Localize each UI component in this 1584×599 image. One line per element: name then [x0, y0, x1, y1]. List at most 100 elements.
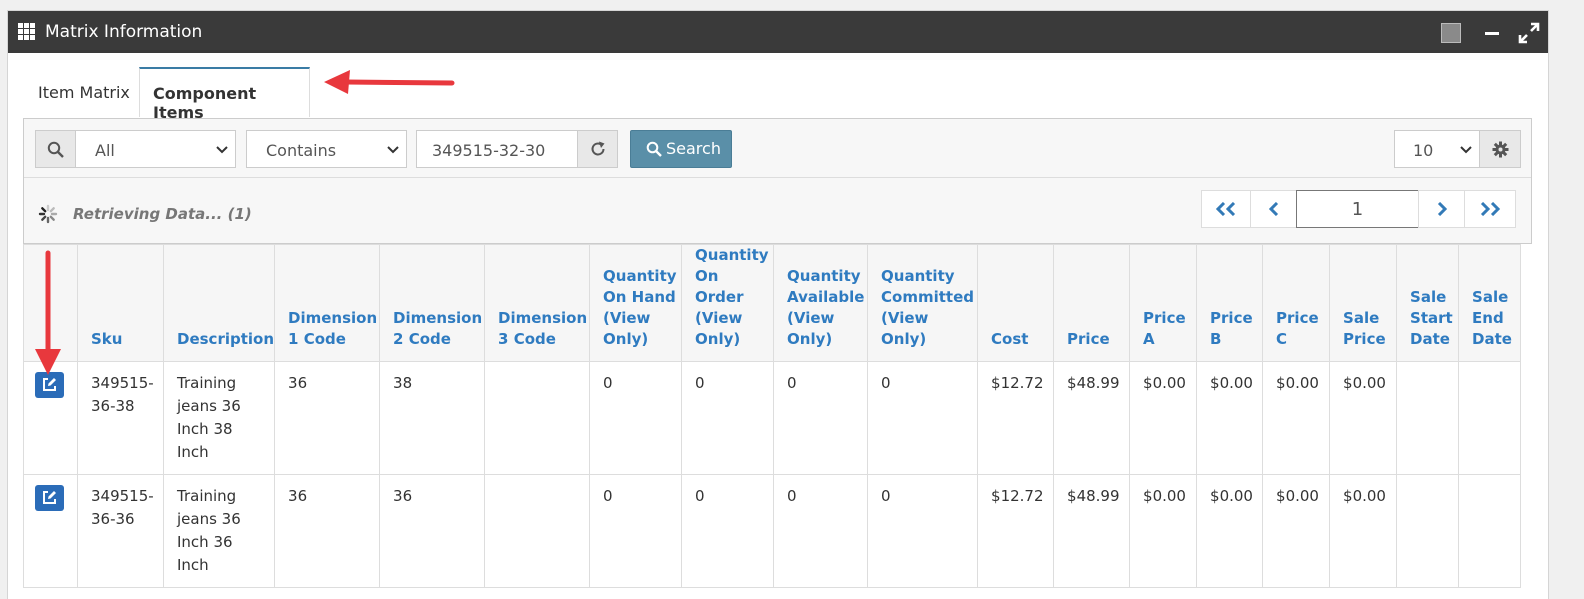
- previous-page-button[interactable]: [1250, 190, 1297, 228]
- cell-price-c: $0.00: [1262, 361, 1331, 475]
- cell-text: Inch: [177, 443, 209, 461]
- cell-dimension-2: 38: [379, 361, 486, 475]
- minimize-icon[interactable]: [1482, 23, 1502, 43]
- header-text: Price: [1276, 309, 1319, 327]
- column-header-dimension-1-code[interactable]: Dimension 1 Code: [274, 244, 381, 362]
- toolbar-divider: [24, 177, 1531, 178]
- cell-text: 36-36: [91, 510, 135, 528]
- header-text: Price: [1143, 309, 1186, 327]
- expand-icon[interactable]: [1518, 22, 1540, 44]
- search-input[interactable]: 349515-32-30: [416, 130, 578, 168]
- cell-quantity-on-hand: 0: [589, 474, 683, 588]
- tab-label: Item Matrix: [38, 83, 130, 102]
- cell-sale-start-date: [1396, 361, 1460, 475]
- panel-titlebar: Matrix Information: [8, 11, 1548, 53]
- column-header-dimension-3-code[interactable]: Dimension 3 Code: [484, 244, 591, 362]
- cell-dimension-2: 36: [379, 474, 486, 588]
- header-text: Sale: [1472, 288, 1509, 306]
- header-text: Price: [1210, 309, 1253, 327]
- column-header-sale-price[interactable]: Sale Price: [1329, 244, 1398, 362]
- search-field-select[interactable]: All: [75, 130, 236, 168]
- next-page-button[interactable]: [1418, 190, 1465, 228]
- reset-button[interactable]: [577, 130, 618, 168]
- loading-spinner-icon: [38, 204, 58, 224]
- column-header-description[interactable]: Description: [162, 244, 276, 362]
- header-text: B: [1210, 330, 1222, 348]
- header-text: Quantity: [881, 267, 955, 285]
- last-page-button[interactable]: [1464, 190, 1516, 228]
- header-text: A: [1143, 330, 1155, 348]
- search-icon-addon: [35, 130, 76, 168]
- cell-quantity-on-order: 0: [681, 361, 775, 475]
- tab-component-items[interactable]: Component Items: [139, 67, 310, 122]
- header-text: Dimension: [288, 309, 378, 327]
- cell-sale-price: $0.00: [1329, 474, 1398, 588]
- page-number-input[interactable]: 1: [1296, 190, 1419, 228]
- header-text: End: [1472, 309, 1504, 327]
- tab-label: Component Items: [153, 84, 257, 122]
- cell-price: $48.99: [1053, 361, 1131, 475]
- cell-description: Training jeans 36 Inch 36 Inch: [162, 474, 276, 588]
- header-text: Only): [603, 330, 649, 348]
- cell-sale-start-date: [1396, 474, 1460, 588]
- column-header-quantity-available[interactable]: Quantity Available (View Only): [773, 244, 869, 362]
- header-text: Price: [1343, 330, 1386, 348]
- column-header-price-a[interactable]: Price A: [1129, 244, 1198, 362]
- chevron-left-icon: [1268, 202, 1278, 216]
- gear-icon: [1492, 141, 1509, 158]
- cell-text: 349515-: [91, 487, 154, 505]
- column-header-quantity-committed[interactable]: Quantity Committed (View Only): [867, 244, 979, 362]
- cell-price: $48.99: [1053, 474, 1131, 588]
- header-text: Start: [1410, 309, 1453, 327]
- cell-description: Training jeans 36 Inch 38 Inch: [162, 361, 276, 475]
- column-header-price-c[interactable]: Price C: [1262, 244, 1331, 362]
- column-header-quantity-on-order[interactable]: Quantity On Order (View Only): [681, 244, 775, 362]
- header-text: On Hand: [603, 288, 676, 306]
- double-chevron-right-icon: [1480, 202, 1501, 216]
- square-icon[interactable]: [1441, 23, 1461, 43]
- column-header-cost[interactable]: Cost: [977, 244, 1055, 362]
- search-input-value: 349515-32-30: [432, 141, 546, 160]
- cell-quantity-committed: 0: [867, 361, 979, 475]
- header-text: Only): [695, 330, 741, 348]
- status-text: Retrieving Data... (1): [73, 205, 252, 223]
- first-page-button[interactable]: [1201, 190, 1251, 228]
- column-header-sku[interactable]: Sku: [77, 244, 164, 362]
- search-button[interactable]: Search: [630, 130, 732, 168]
- column-header-dimension-2-code[interactable]: Dimension 2 Code: [379, 244, 486, 362]
- page-size-value: 10: [1413, 141, 1434, 160]
- cell-price-b: $0.00: [1196, 474, 1264, 588]
- cell-text: Inch 38: [177, 420, 233, 438]
- edit-button[interactable]: [35, 485, 64, 511]
- table-row: 349515- 36-38 Training jeans 36 Inch 38 Inch…: [23, 361, 1522, 475]
- header-text: 2 Code: [393, 330, 451, 348]
- header-text: Date: [1410, 330, 1450, 348]
- edit-icon: [43, 491, 56, 504]
- cell-dimension-1: 36: [274, 474, 381, 588]
- cell-price-a: $0.00: [1129, 361, 1198, 475]
- header-text: Date: [1472, 330, 1512, 348]
- cell-text: jeans 36: [177, 510, 241, 528]
- header-text: (View: [787, 309, 835, 327]
- column-header-price[interactable]: Price: [1053, 244, 1131, 362]
- header-text: Cost: [991, 330, 1029, 348]
- search-icon: [646, 141, 662, 157]
- cell-cost: $12.72: [977, 474, 1055, 588]
- column-header-sale-start-date[interactable]: Sale Start Date: [1396, 244, 1460, 362]
- header-text: (View: [695, 309, 743, 327]
- header-text: Available: [787, 288, 865, 306]
- chevron-right-icon: [1437, 202, 1447, 216]
- tab-item-matrix[interactable]: Item Matrix: [22, 67, 138, 117]
- cell-text: Training: [177, 487, 237, 505]
- search-operator-value: Contains: [266, 141, 337, 160]
- chevron-down-icon: [216, 146, 228, 154]
- header-text: (View: [881, 309, 929, 327]
- cell-text: 36-38: [91, 397, 135, 415]
- column-header-quantity-on-hand[interactable]: Quantity On Hand (View Only): [589, 244, 683, 362]
- settings-button[interactable]: [1479, 130, 1521, 168]
- column-header-sale-end-date[interactable]: Sale End Date: [1458, 244, 1522, 362]
- search-operator-select[interactable]: Contains: [246, 130, 407, 168]
- header-text: On: [695, 267, 719, 285]
- page-size-select[interactable]: 10: [1394, 130, 1480, 168]
- column-header-price-b[interactable]: Price B: [1196, 244, 1264, 362]
